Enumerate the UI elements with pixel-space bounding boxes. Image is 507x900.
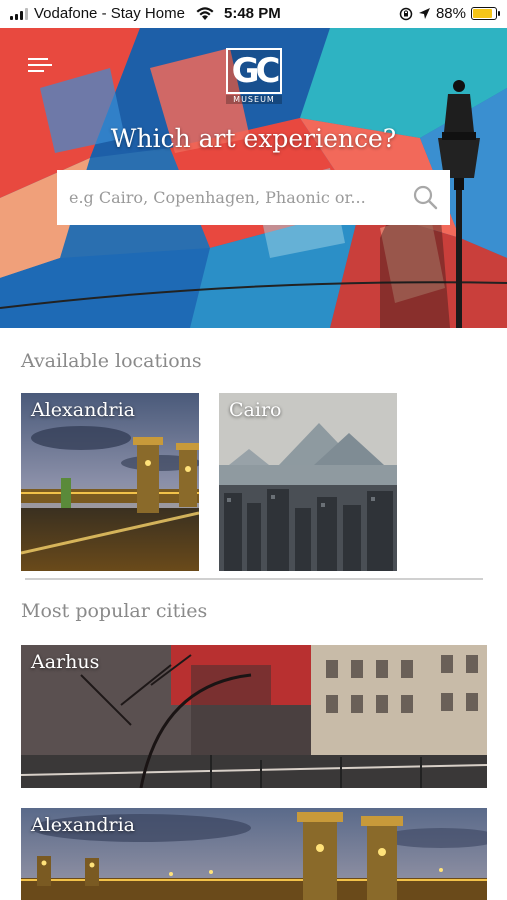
city-card-label: Aarhus	[31, 651, 100, 673]
location-card-label: Cairo	[229, 399, 282, 421]
status-time: 5:48 PM	[224, 5, 281, 22]
logo-subtitle: MUSEUM	[226, 95, 282, 104]
available-locations-title: Available locations	[21, 350, 202, 372]
page-title: Which art experience?	[110, 124, 397, 153]
hamburger-menu-icon[interactable]	[28, 58, 52, 76]
hero-header: GC MUSEUM Which art experience?	[0, 28, 507, 328]
orientation-lock-icon	[399, 7, 413, 20]
section-divider	[25, 578, 483, 580]
search-input[interactable]	[69, 170, 409, 225]
app-logo: GC MUSEUM	[226, 48, 282, 106]
carrier-name: Vodafone - Stay Home	[34, 5, 185, 22]
battery-fill	[473, 9, 493, 18]
status-bar: Vodafone - Stay Home 5:48 PM 88%	[0, 0, 507, 28]
city-card-alexandria[interactable]: Alexandria	[21, 808, 487, 900]
logo-mark: GC	[226, 48, 282, 94]
city-card-aarhus[interactable]: Aarhus	[21, 645, 487, 788]
city-card-label: Alexandria	[31, 814, 135, 836]
status-right: 88%	[399, 5, 500, 22]
wifi-icon	[196, 7, 214, 20]
signal-icon	[10, 7, 28, 20]
battery-percent: 88%	[435, 5, 466, 22]
location-arrow-icon	[418, 8, 430, 19]
status-left: Vodafone - Stay Home	[10, 5, 185, 22]
location-card-alexandria[interactable]: Alexandria	[21, 393, 199, 571]
location-card-cairo[interactable]: Cairo	[219, 393, 397, 571]
search-icon[interactable]	[412, 184, 438, 210]
battery-icon	[471, 7, 500, 20]
popular-cities-title: Most popular cities	[21, 600, 208, 622]
search-box	[57, 170, 450, 225]
location-card-label: Alexandria	[31, 399, 135, 421]
